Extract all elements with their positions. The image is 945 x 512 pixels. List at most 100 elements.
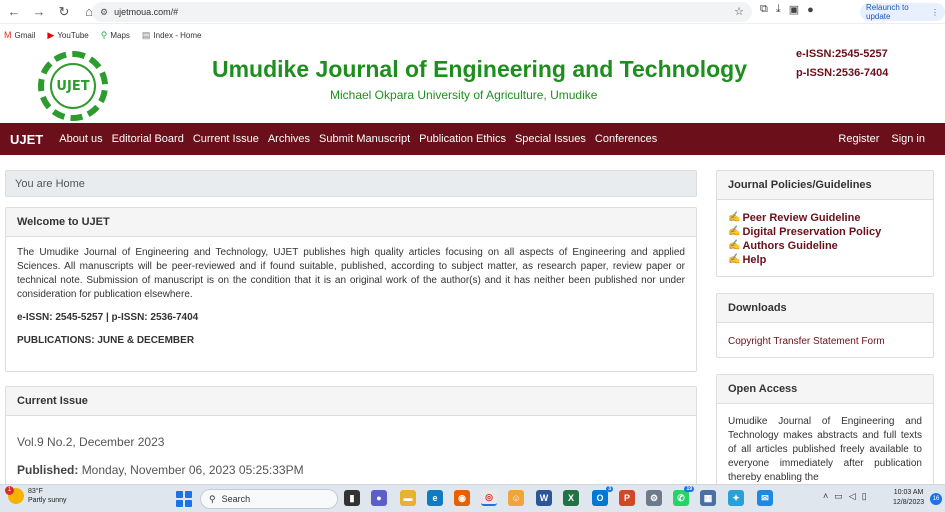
url-text: ujetmoua.com/#	[114, 7, 179, 17]
nav-current-issue[interactable]: Current Issue	[193, 133, 259, 145]
pdf-icon: ✍	[728, 212, 741, 223]
chevron-up-icon[interactable]: ˄	[823, 491, 828, 502]
open-access-body: Umudike Journal of Engineering and Techn…	[717, 404, 933, 485]
issue-label[interactable]: Vol.9 No.2, December 2023	[17, 435, 685, 449]
open-access-panel: Open Access Umudike Journal of Engineeri…	[716, 374, 934, 486]
bookmark-gmail[interactable]: M Gmail	[4, 30, 35, 40]
bookmark-label: Gmail	[14, 30, 36, 40]
app-icon[interactable]: ☺	[508, 490, 524, 506]
bookmark-label: Maps	[110, 30, 130, 40]
welcome-text: The Umudike Journal of Engineering and T…	[17, 247, 685, 300]
welcome-body: The Umudike Journal of Engineering and T…	[6, 237, 696, 357]
site-title: Umudike Journal of Engineering and Techn…	[212, 56, 748, 82]
signin-link[interactable]: Sign in	[891, 133, 925, 145]
authors-guideline-link[interactable]: ✍ Authors Guideline	[728, 239, 922, 253]
nav-brand[interactable]: UJET	[10, 132, 43, 147]
nav-publication-ethics[interactable]: Publication Ethics	[419, 133, 506, 145]
weather-temp: 83°F	[28, 488, 43, 495]
digital-preservation-policy-link[interactable]: ✍ Digital Preservation Policy	[728, 225, 922, 239]
bookmark-maps[interactable]: ⚲ Maps	[101, 30, 130, 41]
help-link[interactable]: ✍ Help	[728, 253, 922, 267]
clock-date: 12/8/2023	[893, 499, 925, 506]
outlook-icon[interactable]: O3	[592, 486, 613, 506]
policy-label: Digital Preservation Policy	[742, 226, 882, 238]
powerpoint-icon[interactable]: P	[619, 490, 635, 506]
search-icon: ⚲	[209, 493, 216, 504]
bookmark-label: YouTube	[57, 30, 89, 40]
notification-badge[interactable]: 16	[930, 493, 942, 505]
whatsapp-icon[interactable]: ✆ 19	[673, 486, 694, 506]
download-icon[interactable]: ⤓	[776, 3, 781, 16]
pissn-text: p-ISSN:2536-7404	[796, 67, 889, 79]
system-tray: ˄ ▭ ◁ ▯	[823, 491, 867, 502]
logo-text: UJET	[50, 63, 96, 109]
mail-icon[interactable]: ✉	[757, 490, 773, 506]
downloads-panel: Downloads Copyright Transfer Statement F…	[716, 293, 934, 358]
nav-special-issues[interactable]: Special Issues	[515, 133, 586, 145]
excel-icon[interactable]: X	[563, 490, 579, 506]
edge-icon[interactable]: e	[427, 490, 443, 506]
outlook-badge: 3	[606, 486, 613, 492]
current-issue-panel: Current Issue Vol.9 No.2, December 2023 …	[5, 386, 697, 486]
policy-label: Peer Review Guideline	[742, 212, 861, 224]
bookmark-index-home[interactable]: ▤ Index - Home	[142, 30, 202, 41]
eissn-text: e-ISSN:2545-5257	[796, 48, 888, 60]
nav-conferences[interactable]: Conferences	[595, 133, 657, 145]
weather-widget[interactable]: 1 83°F Partly sunny	[5, 486, 67, 505]
page-icon: ▤	[141, 29, 151, 40]
relaunch-label: Relaunch to update	[866, 3, 909, 21]
battery-icon[interactable]: ▯	[862, 491, 867, 502]
published-date: Monday, November 06, 2023 05:25:33PM	[81, 463, 304, 477]
app-icon-2[interactable]: ✦	[728, 490, 744, 506]
back-icon[interactable]: ←	[3, 1, 25, 23]
sun-icon: 1	[5, 486, 24, 504]
maps-icon: ⚲	[100, 29, 108, 40]
ujet-logo[interactable]: UJET	[38, 51, 108, 121]
nav-submit-manuscript[interactable]: Submit Manuscript	[319, 133, 410, 145]
word-icon[interactable]: W	[536, 490, 552, 506]
settings-icon[interactable]: ⚙	[646, 490, 662, 506]
gmail-icon: M	[4, 30, 12, 40]
calculator-icon[interactable]: ▦	[700, 490, 716, 506]
display-icon[interactable]: ▭	[834, 491, 843, 502]
bookmarks-bar: M Gmail ▶ YouTube ⚲ Maps ▤ Index - Home	[0, 27, 201, 43]
address-bar[interactable]: ⚙ ujetmoua.com/# ☆	[92, 2, 752, 22]
site-info-icon[interactable]: ⚙	[100, 7, 108, 18]
taskbar-search[interactable]: ⚲ Search	[200, 489, 338, 509]
task-view-icon[interactable]: ▮	[344, 490, 360, 506]
reload-icon[interactable]: ↻	[53, 1, 75, 23]
nav-editorial-board[interactable]: Editorial Board	[112, 133, 184, 145]
register-link[interactable]: Register	[838, 133, 879, 145]
peer-review-guideline-link[interactable]: ✍ Peer Review Guideline	[728, 211, 922, 225]
policies-panel: Journal Policies/Guidelines ✍ Peer Review…	[716, 170, 934, 277]
policies-title: Journal Policies/Guidelines	[717, 171, 933, 200]
weather-desc: Partly sunny	[28, 497, 67, 504]
system-clock[interactable]: 10:03 AM 12/8/2023	[893, 488, 924, 508]
extensions-icon[interactable]: ⧉	[760, 3, 768, 16]
sidepanel-icon[interactable]: ▣	[789, 3, 799, 16]
whatsapp-badge: 19	[684, 486, 694, 492]
relaunch-button[interactable]: Relaunch to update ⋮	[860, 3, 945, 21]
pdf-icon: ✍	[728, 240, 741, 251]
nav-account-links: Register Sign in	[838, 133, 925, 145]
nav-archives[interactable]: Archives	[268, 133, 310, 145]
file-explorer-icon[interactable]: ▬	[400, 490, 416, 506]
nav-about-us[interactable]: About us	[59, 133, 102, 145]
profile-icon[interactable]: ●	[807, 4, 814, 16]
bookmark-youtube[interactable]: ▶ YouTube	[47, 30, 88, 41]
speaker-icon[interactable]: ◁	[849, 491, 856, 502]
firefox-icon[interactable]: ◉	[454, 490, 470, 506]
teams-icon[interactable]: ●	[371, 490, 387, 506]
open-access-title: Open Access	[717, 375, 933, 404]
site-subtitle: Michael Okpara University of Agriculture…	[330, 88, 598, 102]
site-header: UJET Umudike Journal of Engineering and …	[0, 46, 945, 123]
downloads-body: Copyright Transfer Statement Form	[717, 323, 933, 357]
open-access-text: Umudike Journal of Engineering and Techn…	[728, 416, 922, 483]
windows-start-icon[interactable]	[176, 491, 192, 507]
youtube-icon: ▶	[47, 29, 55, 40]
copyright-form-link[interactable]: Copyright Transfer Statement Form	[728, 335, 922, 349]
bookmark-star-icon[interactable]: ☆	[734, 5, 744, 18]
publications-line: PUBLICATIONS: JUNE & DECEMBER	[17, 335, 195, 346]
forward-icon[interactable]: →	[28, 1, 50, 23]
chrome-icon[interactable]: ◎	[481, 490, 497, 506]
